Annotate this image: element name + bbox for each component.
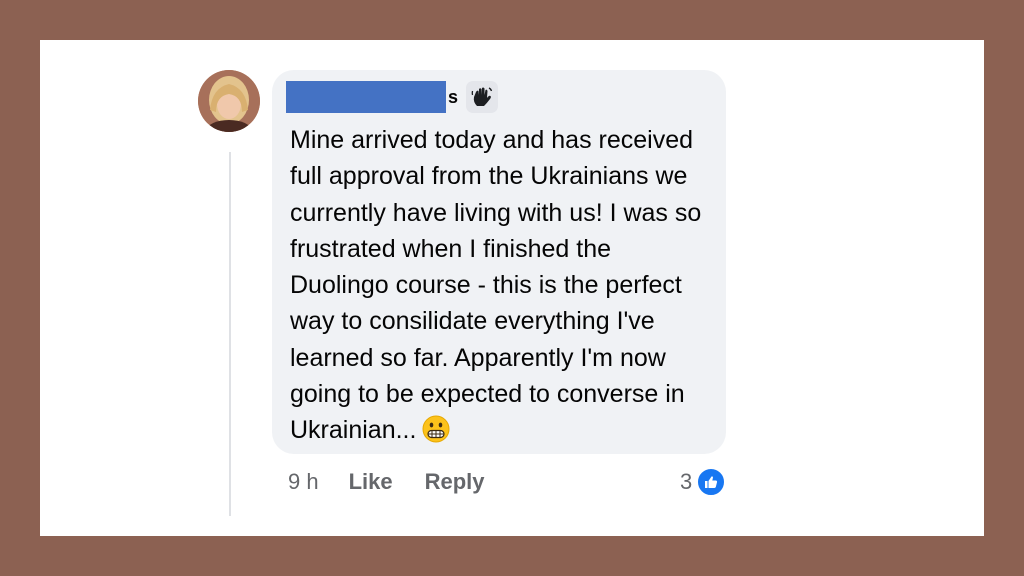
comment-last-line: Ukrainian... [290,416,417,445]
author-row: s [286,80,499,114]
comment-text: Mine arrived today and has received full… [290,122,710,454]
thread-line [229,152,231,516]
author-name-redacted[interactable] [286,81,446,113]
comment-actions: 9 h Like Reply [288,466,517,498]
comment-card: s Mine arrived today and has received fu… [40,40,984,536]
avatar[interactable] [198,70,260,132]
comment-bubble: s Mine arrived today and has received fu… [272,70,726,454]
grimacing-face-icon [422,415,450,453]
comment-timestamp[interactable]: 9 h [288,469,319,495]
waving-hand-icon [466,81,499,113]
thumbs-up-icon [696,467,727,497]
reply-button[interactable]: Reply [425,469,485,495]
reaction-summary[interactable]: 3 [680,466,727,498]
reaction-count: 3 [680,469,693,494]
like-button[interactable]: Like [349,469,393,495]
author-name-suffix[interactable]: s [448,87,458,108]
